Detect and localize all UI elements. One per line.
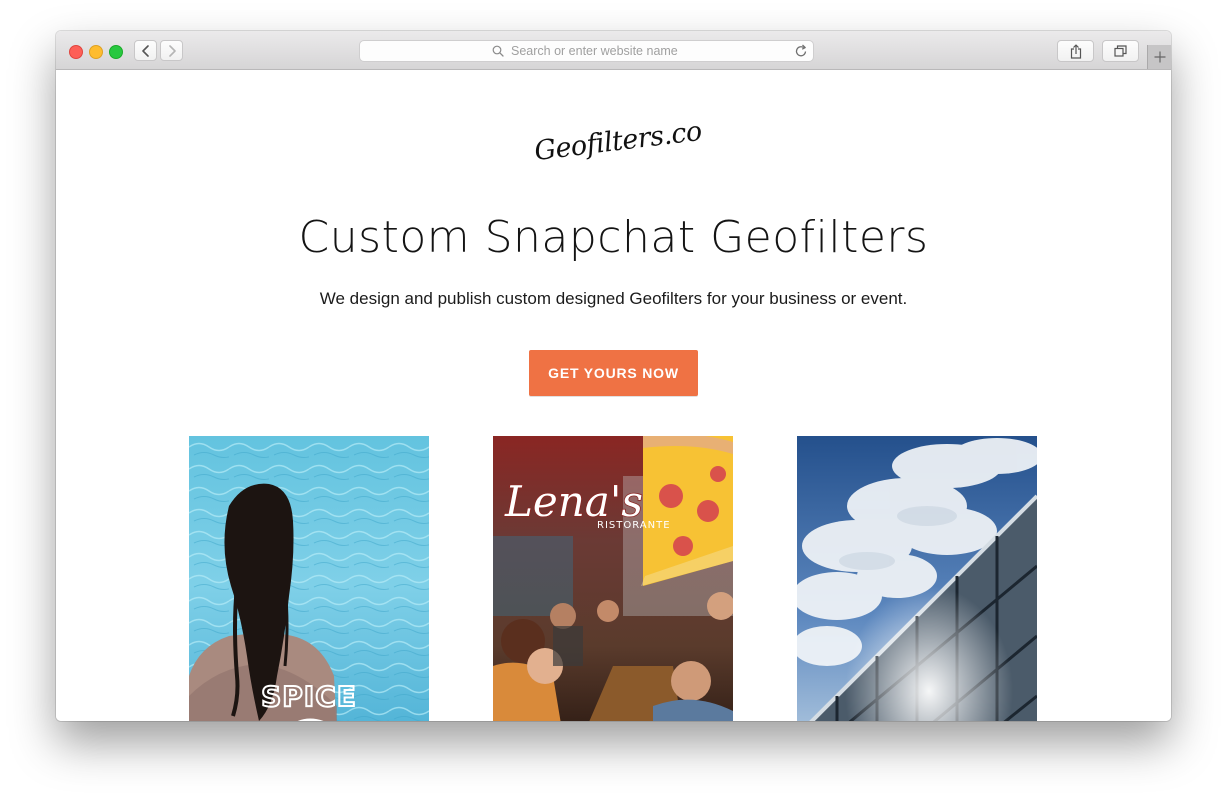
restaurant-overlay-subtitle: RISTORANTE — [597, 520, 671, 531]
chevron-right-icon — [168, 44, 176, 57]
pool-overlay-text: SPICE — [261, 680, 357, 713]
restaurant-overlay-title: Lena's — [504, 477, 643, 526]
new-tab-button[interactable] — [1147, 45, 1171, 69]
plus-icon — [1154, 51, 1166, 63]
pool-image: SPICE — [189, 436, 429, 721]
show-tabs-button[interactable] — [1102, 40, 1139, 62]
close-window-button[interactable] — [69, 45, 83, 59]
search-icon — [492, 45, 504, 57]
web-page: Geofilters.co Custom Snapchat Geofilters… — [56, 70, 1171, 721]
forward-button[interactable] — [160, 40, 183, 61]
site-logo[interactable]: Geofilters.co — [531, 116, 704, 170]
share-button[interactable] — [1057, 40, 1094, 62]
zoom-window-button[interactable] — [109, 45, 123, 59]
restaurant-image: Lena's RISTORANTE — [493, 436, 733, 721]
gallery-image-sky[interactable] — [797, 436, 1037, 721]
page-subheadline: We design and publish custom designed Ge… — [319, 289, 908, 308]
share-icon — [1070, 43, 1081, 59]
logo-text: Geofilters.co — [532, 115, 704, 168]
chevron-left-icon — [141, 44, 149, 57]
gallery-image-restaurant[interactable]: Lena's RISTORANTE — [493, 436, 733, 721]
minimize-window-button[interactable] — [89, 45, 103, 59]
gallery-image-pool[interactable]: SPICE — [189, 436, 429, 721]
browser-window: Search or enter website name Geofilters.… — [56, 31, 1171, 721]
sky-image — [797, 436, 1037, 721]
reload-icon[interactable] — [795, 44, 808, 58]
browser-toolbar: Search or enter website name — [56, 31, 1171, 70]
page-headline: Custom Snapchat Geofilters — [298, 212, 929, 263]
address-placeholder: Search or enter website name — [511, 44, 678, 58]
back-button[interactable] — [134, 40, 157, 61]
get-yours-now-button[interactable]: GET YOURS NOW — [529, 350, 698, 396]
tabs-icon — [1114, 45, 1127, 57]
address-bar[interactable]: Search or enter website name — [359, 40, 814, 62]
